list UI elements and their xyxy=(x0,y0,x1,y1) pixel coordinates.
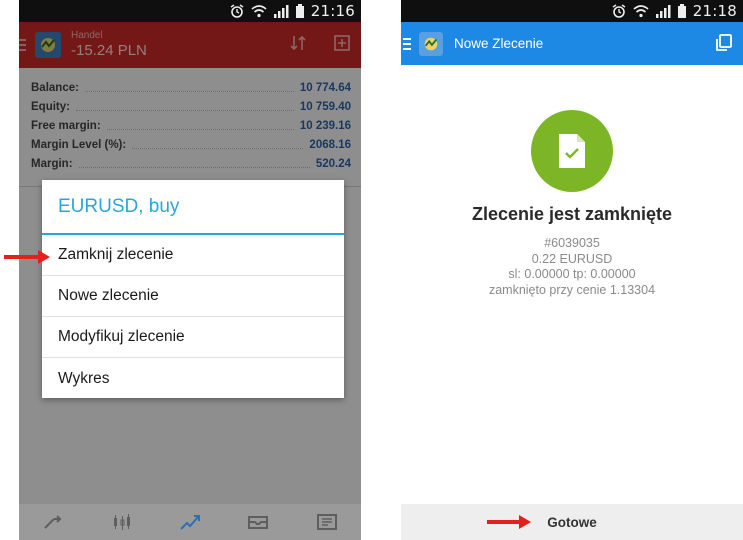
app-logo xyxy=(419,31,443,56)
chart-item[interactable]: Wykres xyxy=(42,358,344,399)
document-check-icon xyxy=(559,134,585,168)
metatrader-logo-icon xyxy=(424,37,438,50)
status-time: 21:18 xyxy=(692,2,737,20)
bottom-navigation xyxy=(19,504,361,540)
signal-icon xyxy=(655,5,671,18)
news-icon[interactable] xyxy=(316,512,338,532)
wifi-icon xyxy=(633,5,649,18)
alarm-icon xyxy=(612,4,626,18)
chart-candles-icon[interactable] xyxy=(111,512,133,532)
order-close-price: zamknięto przy cenie 1.13304 xyxy=(488,282,656,297)
wifi-icon xyxy=(251,5,267,18)
close-order-item[interactable]: Zamknij zlecenie xyxy=(42,235,344,276)
order-header: Nowe Zlecenie xyxy=(401,22,743,65)
dialog-title: EURUSD, buy xyxy=(42,180,344,235)
status-bar: 21:18 xyxy=(401,0,743,22)
red-arrow-icon xyxy=(4,250,50,264)
done-bar: Gotowe xyxy=(401,504,743,540)
screen-title: Nowe Zlecenie xyxy=(454,36,544,51)
copy-icon[interactable] xyxy=(715,34,733,52)
order-sl-tp: sl: 0.00000 tp: 0.00000 xyxy=(508,267,636,281)
history-icon[interactable] xyxy=(247,512,269,532)
modify-order-item[interactable]: Modyfikuj zlecenie xyxy=(42,317,344,358)
success-badge xyxy=(531,110,613,192)
new-order-item[interactable]: Nowe zlecenie xyxy=(42,276,344,317)
order-ticket: #6039035 xyxy=(544,236,600,250)
done-button[interactable]: Gotowe xyxy=(547,515,597,530)
order-volume: 0.22 EURUSD xyxy=(531,251,613,266)
quotes-icon[interactable] xyxy=(42,512,64,532)
alarm-icon xyxy=(230,4,244,18)
status-time: 21:16 xyxy=(310,2,355,20)
signal-icon xyxy=(273,5,289,18)
order-closed-screen: 21:18 Nowe Zlecenie Zlecenie jest zamkni… xyxy=(401,0,743,540)
trade-screen: 21:16 Handel -15.24 PLN Balance: 10 774.6… xyxy=(19,0,361,540)
battery-icon xyxy=(677,4,686,18)
order-closed-heading: Zlecenie jest zamknięte xyxy=(471,204,673,224)
order-details: #6039035 0.22 EURUSD sl: 0.00000 tp: 0.0… xyxy=(401,236,743,298)
trade-icon[interactable] xyxy=(179,512,201,532)
menu-icon[interactable] xyxy=(403,37,411,50)
red-arrow-icon xyxy=(487,515,531,529)
order-context-menu: EURUSD, buy Zamknij zlecenie Nowe zlecen… xyxy=(42,180,344,398)
battery-icon xyxy=(295,4,304,18)
status-bar: 21:16 xyxy=(19,0,361,22)
